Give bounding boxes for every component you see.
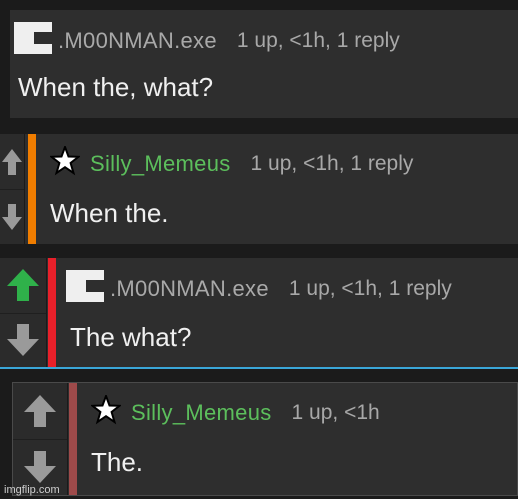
vote-column xyxy=(0,134,25,244)
moonman-logo-icon xyxy=(66,270,104,307)
vote-column xyxy=(13,383,68,495)
reply-depth-bar xyxy=(48,258,56,367)
comment-4: Silly_Memeus 1 up, <1h The. xyxy=(12,382,518,496)
vote-column xyxy=(0,258,47,367)
moonman-logo-icon xyxy=(14,22,52,59)
username[interactable]: .M00NMAN.exe xyxy=(58,28,217,54)
down-arrow-icon xyxy=(2,203,22,230)
upvote-button[interactable] xyxy=(13,383,67,440)
comment-3: .M00NMAN.exe 1 up, <1h, 1 reply The what… xyxy=(0,258,518,369)
comment-meta: 1 up, <1h, 1 reply xyxy=(288,276,452,300)
comment-1: .M00NMAN.exe 1 up, <1h, 1 reply When the… xyxy=(10,10,518,118)
star-icon xyxy=(48,144,82,181)
comment-header: Silly_Memeus 1 up, <1h, 1 reply xyxy=(48,144,414,181)
star-icon xyxy=(89,393,123,430)
watermark: imgflip.com xyxy=(4,484,60,496)
comment-header: .M00NMAN.exe 1 up, <1h, 1 reply xyxy=(14,22,400,59)
upvote-button[interactable] xyxy=(0,258,46,314)
comment-text: The what? xyxy=(70,322,192,352)
downvote-button[interactable] xyxy=(0,313,46,368)
comment-meta: 1 up, <1h xyxy=(291,400,380,424)
comment-text: The. xyxy=(91,447,144,477)
up-arrow-icon xyxy=(24,395,56,427)
down-arrow-icon xyxy=(24,451,56,483)
username[interactable]: Silly_Memeus xyxy=(131,400,272,426)
downvote-button[interactable] xyxy=(0,189,24,244)
comment-meta: 1 up, <1h, 1 reply xyxy=(236,28,400,52)
comment-text: When the. xyxy=(50,198,169,228)
comment-text: When the, what? xyxy=(18,72,214,102)
comment-2: Silly_Memeus 1 up, <1h, 1 reply When the… xyxy=(0,134,518,244)
upvote-button[interactable] xyxy=(0,134,24,190)
username[interactable]: .M00NMAN.exe xyxy=(110,276,269,302)
up-arrow-icon xyxy=(2,148,22,175)
username[interactable]: Silly_Memeus xyxy=(90,151,231,177)
comment-meta: 1 up, <1h, 1 reply xyxy=(250,151,414,175)
reply-depth-bar xyxy=(69,383,77,495)
reply-depth-bar xyxy=(28,134,36,244)
down-arrow-icon xyxy=(7,323,39,356)
comment-header: Silly_Memeus 1 up, <1h xyxy=(89,393,380,430)
comment-header: .M00NMAN.exe 1 up, <1h, 1 reply xyxy=(66,270,452,307)
up-arrow-icon xyxy=(7,269,39,302)
